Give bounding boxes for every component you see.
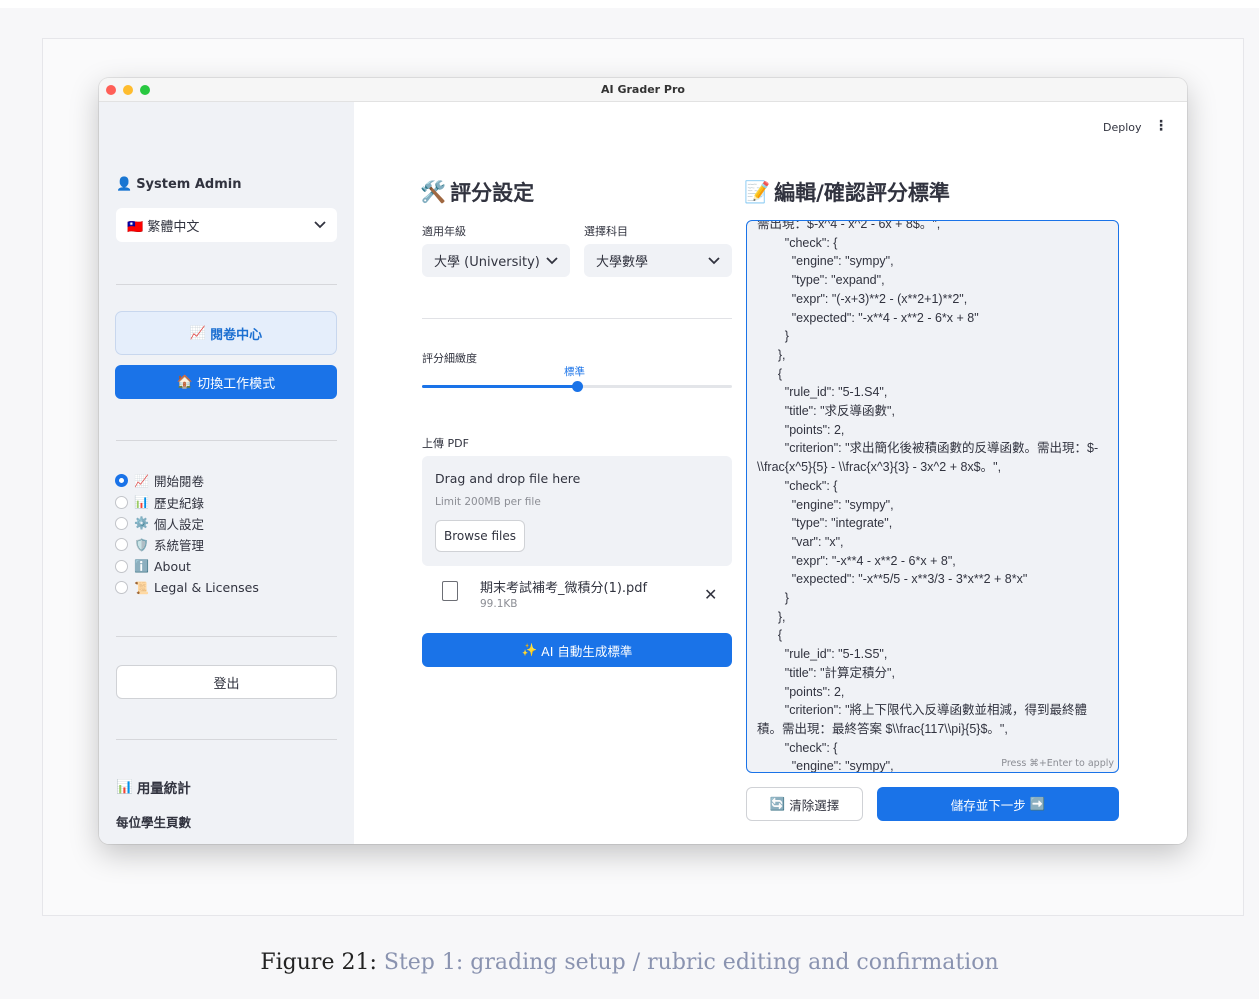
caption-text: Step 1: grading setup / rubric editing a… bbox=[383, 950, 999, 975]
title-bar: AI Grader Pro bbox=[99, 78, 1187, 102]
deploy-button[interactable]: Deploy bbox=[1103, 121, 1142, 134]
grade-value: 大學 (University) bbox=[434, 255, 540, 270]
usage-title-label: 用量統計 bbox=[136, 781, 191, 797]
browse-files-button[interactable]: Browse files bbox=[435, 520, 525, 552]
memo-icon: 📝 bbox=[744, 179, 771, 204]
nav-radio-group: 📈 開始閱卷 📊 歷史紀錄 ⚙️ 個人設定 🛡️ 系統管理 ℹ️ About 📜… bbox=[115, 470, 259, 598]
usage-subtitle: 每位學生頁數 bbox=[116, 815, 192, 830]
ai-generate-label: AI 自動生成標準 bbox=[541, 643, 633, 659]
reading-center-button[interactable]: 📈 閱卷中心 bbox=[115, 311, 337, 355]
gear-icon: ⚙️ bbox=[134, 516, 149, 531]
dropzone-title: Drag and drop file here bbox=[435, 471, 581, 486]
nav-item-personal-settings[interactable]: ⚙️ 個人設定 bbox=[115, 513, 259, 534]
sidebar-divider bbox=[116, 739, 337, 740]
taiwan-flag-icon: 🇹🇼 bbox=[127, 219, 144, 235]
chevron-down-icon bbox=[708, 256, 720, 264]
sidebar-divider bbox=[116, 440, 337, 441]
subject-value: 大學數學 bbox=[596, 255, 649, 270]
switch-mode-label: 切換工作模式 bbox=[197, 376, 276, 392]
nav-item-about[interactable]: ℹ️ About bbox=[115, 556, 259, 577]
bar-chart-icon: 📊 bbox=[116, 779, 133, 795]
nav-label: 個人設定 bbox=[154, 516, 205, 532]
settings-heading: 🛠️ 評分設定 bbox=[420, 177, 534, 207]
settings-divider bbox=[422, 318, 732, 319]
clear-selection-label: 清除選擇 bbox=[789, 797, 840, 813]
rubric-json-text[interactable]: 需出現：$-x^4 - x^2 - 6x + 8$。", "check": { … bbox=[757, 221, 1107, 772]
radio[interactable] bbox=[115, 495, 128, 509]
logout-button[interactable]: 登出 bbox=[116, 665, 337, 699]
file-size: 99.1KB bbox=[480, 598, 518, 610]
user-icon: 👤 bbox=[116, 177, 133, 192]
slider-thumb[interactable] bbox=[571, 381, 583, 392]
app-window: AI Grader Pro Deploy ⋮ 👤 System Admin 🇹🇼… bbox=[99, 78, 1187, 844]
language-select[interactable]: 🇹🇼 繁體中文 bbox=[116, 208, 337, 242]
slider-fill bbox=[422, 385, 577, 388]
save-next-label: 儲存並下一步 bbox=[950, 797, 1026, 813]
nav-label: Legal & Licenses bbox=[154, 580, 259, 596]
subject-select[interactable]: 大學數學 bbox=[584, 244, 732, 277]
remove-file-icon[interactable]: ✕ bbox=[704, 585, 717, 604]
info-icon: ℹ️ bbox=[134, 559, 149, 574]
sidebar-divider bbox=[116, 636, 337, 637]
nav-label: 開始閱卷 bbox=[154, 474, 205, 490]
user-name: System Admin bbox=[136, 177, 242, 192]
dropzone-limit: Limit 200MB per file bbox=[435, 496, 541, 508]
window-title: AI Grader Pro bbox=[601, 83, 685, 96]
usage-title: 📊 用量統計 bbox=[116, 777, 191, 797]
chart-up-icon: 📈 bbox=[134, 473, 149, 488]
radio[interactable] bbox=[115, 581, 128, 595]
more-menu-icon[interactable]: ⋮ bbox=[1154, 118, 1168, 134]
shield-icon: 🛡️ bbox=[134, 537, 149, 552]
granularity-slider[interactable] bbox=[422, 381, 732, 392]
chart-up-icon: 📈 bbox=[189, 325, 207, 341]
apply-hint: Press ⌘+Enter to apply bbox=[997, 758, 1114, 769]
bar-chart-icon: 📊 bbox=[134, 495, 149, 510]
rubric-title: 編輯/確認評分標準 bbox=[774, 181, 950, 205]
radio-selected[interactable] bbox=[115, 474, 128, 488]
subject-label: 選擇科目 bbox=[584, 225, 628, 238]
save-next-button[interactable]: 儲存並下一步 ➡️ bbox=[877, 787, 1119, 821]
caption-label: Figure 21: bbox=[260, 950, 377, 975]
nav-label: 歷史紀錄 bbox=[154, 495, 205, 511]
settings-title: 評分設定 bbox=[450, 181, 535, 205]
figure-caption: Figure 21: Step 1: grading setup / rubri… bbox=[0, 950, 1259, 975]
house-icon: 🏠 bbox=[176, 374, 194, 390]
sidebar-divider bbox=[116, 284, 337, 285]
nav-label: 系統管理 bbox=[154, 538, 205, 554]
switch-mode-button[interactable]: 🏠 切換工作模式 bbox=[115, 365, 337, 399]
scroll-icon: 📜 bbox=[134, 580, 149, 595]
arrow-right-icon: ➡️ bbox=[1029, 796, 1046, 811]
granularity-label: 評分細緻度 bbox=[422, 352, 477, 365]
radio[interactable] bbox=[115, 538, 128, 552]
nav-item-legal[interactable]: 📜 Legal & Licenses bbox=[115, 577, 259, 598]
rubric-heading: 📝 編輯/確認評分標準 bbox=[744, 177, 950, 207]
grade-label: 適用年級 bbox=[422, 225, 466, 238]
file-name: 期末考試補考_微積分(1).pdf bbox=[480, 581, 648, 596]
chevron-down-icon bbox=[546, 256, 558, 264]
granularity-value: 標準 bbox=[564, 366, 585, 378]
refresh-icon: 🔄 bbox=[769, 796, 786, 811]
nav-item-history[interactable]: 📊 歷史紀錄 bbox=[115, 491, 259, 512]
upload-label: 上傳 PDF bbox=[422, 437, 469, 450]
grade-select[interactable]: 大學 (University) bbox=[422, 244, 570, 277]
file-dropzone[interactable]: Drag and drop file here Limit 200MB per … bbox=[422, 456, 732, 566]
rubric-editor[interactable]: 需出現：$-x^4 - x^2 - 6x + 8$。", "check": { … bbox=[746, 220, 1119, 773]
nav-item-start-grading[interactable]: 📈 開始閱卷 bbox=[115, 470, 259, 491]
user-label: 👤 System Admin bbox=[116, 177, 242, 192]
clear-selection-button[interactable]: 🔄 清除選擇 bbox=[746, 787, 863, 821]
radio[interactable] bbox=[115, 516, 128, 530]
ai-generate-button[interactable]: ✨ AI 自動生成標準 bbox=[422, 633, 732, 667]
chevron-down-icon bbox=[314, 221, 326, 229]
radio[interactable] bbox=[115, 559, 128, 573]
uploaded-file: 期末考試補考_微積分(1).pdf 99.1KB ✕ bbox=[422, 575, 732, 615]
page-bottom-strip bbox=[0, 999, 1259, 1007]
page-top-strip bbox=[0, 0, 1259, 8]
file-icon bbox=[442, 581, 458, 601]
sparkles-icon: ✨ bbox=[521, 642, 538, 657]
reading-center-label: 閱卷中心 bbox=[210, 327, 263, 343]
language-value: 繁體中文 bbox=[147, 219, 200, 235]
nav-item-system-admin[interactable]: 🛡️ 系統管理 bbox=[115, 534, 259, 555]
tools-icon: 🛠️ bbox=[420, 179, 447, 204]
nav-label: About bbox=[154, 558, 191, 574]
